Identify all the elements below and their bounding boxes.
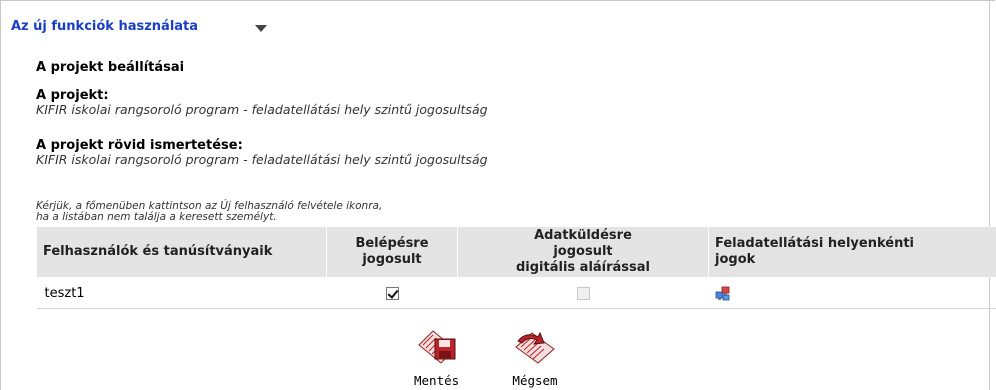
save-icon: [417, 330, 456, 364]
signing-allowed-checkbox: [576, 286, 590, 300]
hint-line-2: ha a listában nem találja a keresett sze…: [36, 211, 277, 223]
table-header-row: Felhasználók és tanúsítványaik Belépésre…: [36, 226, 996, 278]
column-header-rights-line2: jogok: [715, 252, 756, 267]
column-header-signing-line2: jogosult: [553, 244, 613, 259]
cancel-button-label: Mégsem: [512, 373, 558, 388]
site-rights-icon[interactable]: [715, 285, 731, 301]
save-button[interactable]: Mentés: [414, 327, 459, 388]
left-border: [0, 0, 1, 390]
rights-cell: [708, 277, 996, 309]
section-title-link[interactable]: Az új funkciók használata: [11, 19, 198, 34]
project-label: A projekt:: [36, 88, 109, 103]
description-label: A projekt rövid ismertetése:: [36, 138, 243, 153]
cancel-button[interactable]: Mégsem: [510, 327, 560, 388]
settings-heading: A projekt beállításai: [36, 60, 185, 75]
column-header-login: Belépésre jogosult: [326, 226, 458, 278]
column-header-login-line1: Belépésre: [355, 236, 429, 251]
column-header-users: Felhasználók és tanúsítványaik: [36, 226, 327, 278]
column-header-rights: Feladatellátási helyenkénti jogok: [708, 226, 996, 278]
login-cell: [326, 277, 458, 309]
table-row: teszt1: [36, 277, 996, 309]
signing-cell: [457, 277, 709, 309]
column-header-login-line2: jogosult: [362, 252, 422, 267]
user-name-cell: teszt1: [36, 277, 327, 309]
save-button-label: Mentés: [414, 373, 460, 388]
column-header-signing: Adatküldésre jogosult digitális aláíráss…: [457, 226, 709, 278]
column-header-signing-line1: Adatküldésre: [534, 228, 632, 243]
column-header-signing-line3: digitális aláírással: [515, 260, 651, 275]
undo-icon: [515, 331, 555, 364]
right-border: [989, 0, 990, 390]
login-allowed-checkbox[interactable]: [385, 286, 399, 300]
users-table: Felhasználók és tanúsítványaik Belépésre…: [36, 226, 996, 309]
column-header-rights-line1: Feladatellátási helyenkénti: [715, 236, 915, 251]
description-value: KIFIR iskolai rangsoroló program - felad…: [36, 152, 488, 167]
project-value: KIFIR iskolai rangsoroló program - felad…: [36, 102, 488, 117]
chevron-down-icon[interactable]: [255, 25, 267, 32]
